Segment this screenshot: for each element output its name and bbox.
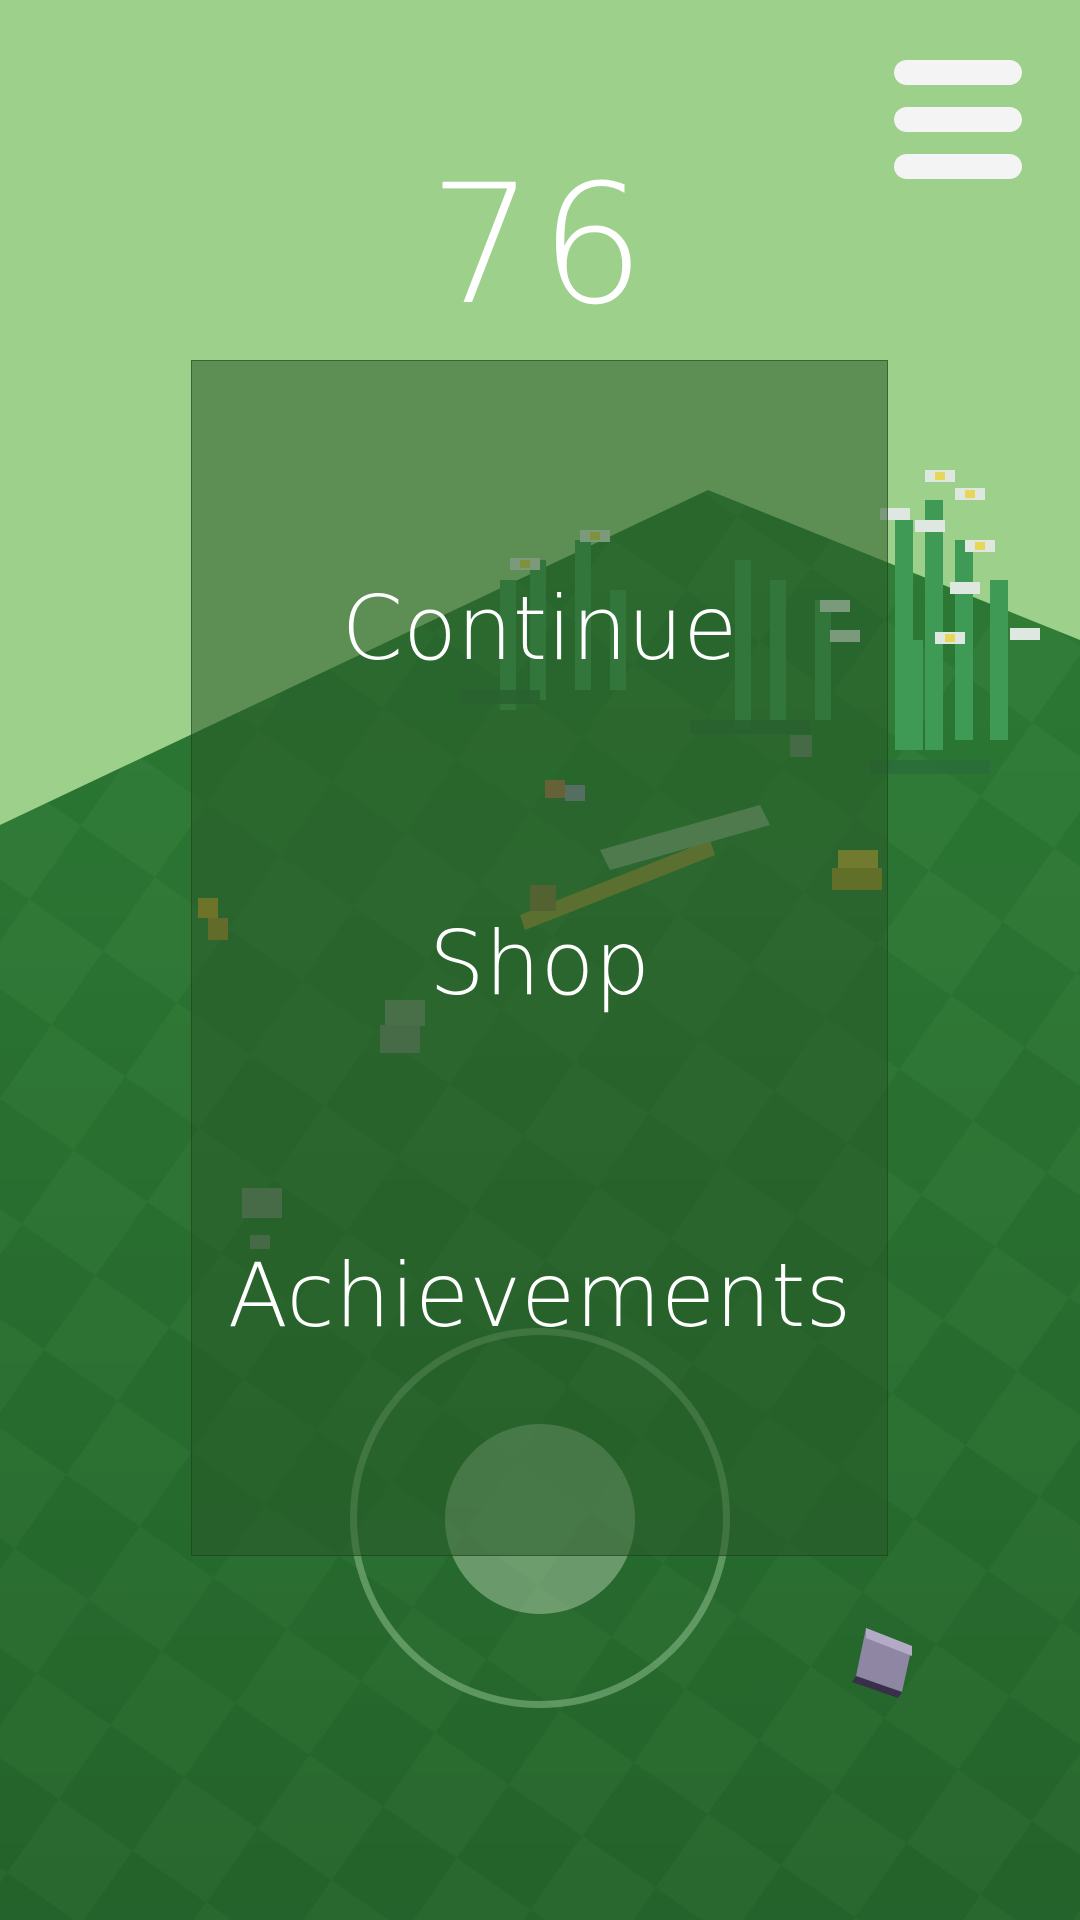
game-screen: 76 Continue Shop Achievements (0, 0, 1080, 1920)
shop-button[interactable]: Shop (192, 914, 887, 1014)
continue-button[interactable]: Continue (192, 579, 887, 679)
pause-menu-panel: Continue Shop Achievements (191, 360, 888, 1556)
achievements-button[interactable]: Achievements (192, 1246, 887, 1346)
menu-button[interactable] (892, 58, 1024, 180)
score-counter: 76 (429, 149, 651, 341)
